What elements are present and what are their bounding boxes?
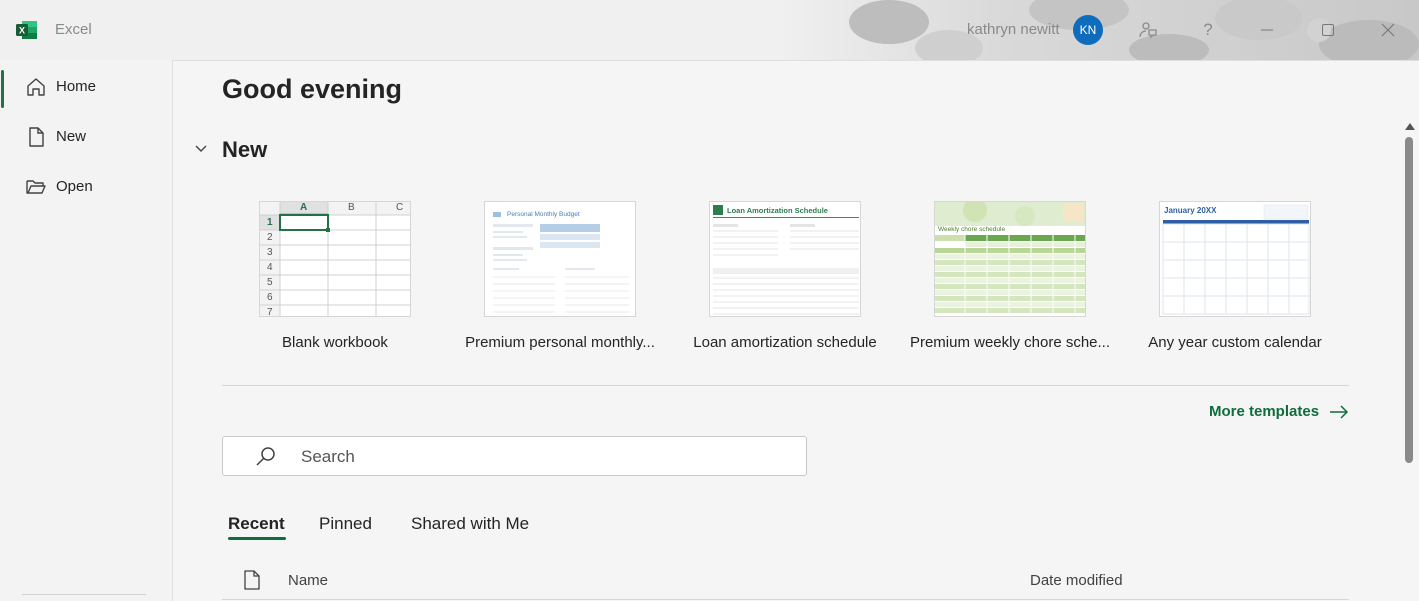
feedback-icon bbox=[1139, 22, 1157, 39]
title-bar: X Excel kathryn newitt KN ? bbox=[0, 0, 1419, 60]
template-thumbnail: January 20XX bbox=[1159, 201, 1311, 317]
column-header-c: C bbox=[396, 202, 404, 213]
search-icon bbox=[256, 447, 275, 466]
minimize-icon bbox=[1261, 29, 1273, 31]
more-templates-link[interactable]: More templates bbox=[1209, 403, 1349, 420]
scrollbar[interactable] bbox=[1402, 121, 1416, 601]
sidebar-item-label: New bbox=[56, 128, 87, 145]
column-header-name[interactable]: Name bbox=[288, 572, 328, 589]
budget-preview-graphic bbox=[493, 212, 629, 313]
chore-preview-graphic bbox=[935, 202, 1085, 316]
help-button[interactable]: ? bbox=[1192, 14, 1224, 46]
close-button[interactable] bbox=[1372, 14, 1404, 46]
row-header-3: 3 bbox=[267, 247, 273, 258]
minimize-button[interactable] bbox=[1251, 14, 1283, 46]
more-templates-label: More templates bbox=[1209, 403, 1320, 420]
row-header-4: 4 bbox=[267, 262, 273, 273]
row-header-1: 1 bbox=[267, 217, 273, 228]
calendar-preview-graphic bbox=[1162, 204, 1310, 315]
scroll-up-arrow-icon[interactable] bbox=[1405, 123, 1415, 130]
blank-grid-graphic bbox=[260, 202, 410, 316]
section-title-new: New bbox=[222, 137, 268, 162]
sidebar-item-home[interactable]: Home bbox=[0, 66, 172, 108]
column-header-date-modified[interactable]: Date modified bbox=[1030, 572, 1123, 589]
template-label: Loan amortization schedule bbox=[693, 334, 877, 351]
budget-thumb-title: Personal Monthly Budget bbox=[507, 211, 580, 218]
search-input[interactable] bbox=[301, 445, 781, 469]
loan-thumb-title: Loan Amortization Schedule bbox=[727, 206, 828, 215]
template-label: Blank workbook bbox=[282, 334, 388, 351]
main-panel: Good evening New A B C 1 2 3 4 5 6 7 Bla… bbox=[172, 60, 1419, 601]
app-name: Excel bbox=[55, 21, 92, 38]
page-title: Good evening bbox=[222, 74, 403, 104]
column-header-b: B bbox=[348, 202, 355, 213]
sidebar: Home New Open bbox=[0, 60, 172, 601]
avatar[interactable]: KN bbox=[1073, 15, 1103, 45]
row-header-7: 7 bbox=[267, 307, 273, 317]
row-header-6: 6 bbox=[267, 292, 273, 303]
template-label: Premium weekly chore sche... bbox=[909, 334, 1111, 351]
sidebar-divider bbox=[22, 594, 146, 595]
folder-open-icon bbox=[26, 180, 46, 194]
sidebar-item-label: Open bbox=[56, 178, 93, 195]
template-thumbnail: Loan Amortization Schedule bbox=[709, 201, 861, 317]
table-header-divider bbox=[222, 599, 1349, 600]
sidebar-item-label: Home bbox=[56, 78, 97, 95]
tab-pinned[interactable]: Pinned bbox=[319, 514, 372, 534]
loan-preview-graphic bbox=[713, 205, 859, 315]
row-header-2: 2 bbox=[267, 232, 273, 243]
active-indicator bbox=[1, 70, 4, 108]
excel-logo-icon: X bbox=[16, 21, 37, 39]
feedback-button[interactable] bbox=[1132, 14, 1164, 46]
svg-text:X: X bbox=[19, 26, 25, 36]
template-thumbnail: Personal Monthly Budget bbox=[484, 201, 636, 317]
tab-shared-with-me[interactable]: Shared with Me bbox=[411, 514, 529, 534]
maximize-button[interactable] bbox=[1312, 14, 1344, 46]
sidebar-item-new[interactable]: New bbox=[0, 116, 172, 156]
sidebar-item-open[interactable]: Open bbox=[0, 166, 172, 206]
chore-thumb-title: Weekly chore schedule bbox=[938, 226, 1006, 233]
new-file-icon bbox=[29, 127, 44, 147]
calendar-thumb-title: January 20XX bbox=[1164, 206, 1217, 215]
home-icon bbox=[27, 78, 45, 96]
scroll-thumb[interactable] bbox=[1405, 137, 1413, 463]
row-header-5: 5 bbox=[267, 277, 273, 288]
file-type-icon bbox=[244, 570, 260, 590]
template-label: Any year custom calendar bbox=[1148, 334, 1322, 351]
column-header-a: A bbox=[300, 202, 308, 213]
search-box[interactable] bbox=[222, 436, 807, 476]
arrow-right-icon bbox=[1330, 404, 1349, 419]
close-icon bbox=[1381, 23, 1395, 37]
template-label: Premium personal monthly... bbox=[465, 334, 655, 351]
chevron-down-icon[interactable] bbox=[193, 141, 209, 157]
user-name[interactable]: kathryn newitt bbox=[967, 21, 1060, 38]
divider bbox=[222, 385, 1349, 386]
template-thumbnail: Weekly chore schedule bbox=[934, 201, 1086, 317]
help-icon: ? bbox=[1203, 20, 1213, 39]
maximize-icon bbox=[1322, 24, 1334, 36]
active-tab-indicator bbox=[228, 537, 286, 540]
tab-recent[interactable]: Recent bbox=[228, 514, 285, 534]
template-thumbnail: A B C 1 2 3 4 5 6 7 bbox=[259, 201, 411, 317]
